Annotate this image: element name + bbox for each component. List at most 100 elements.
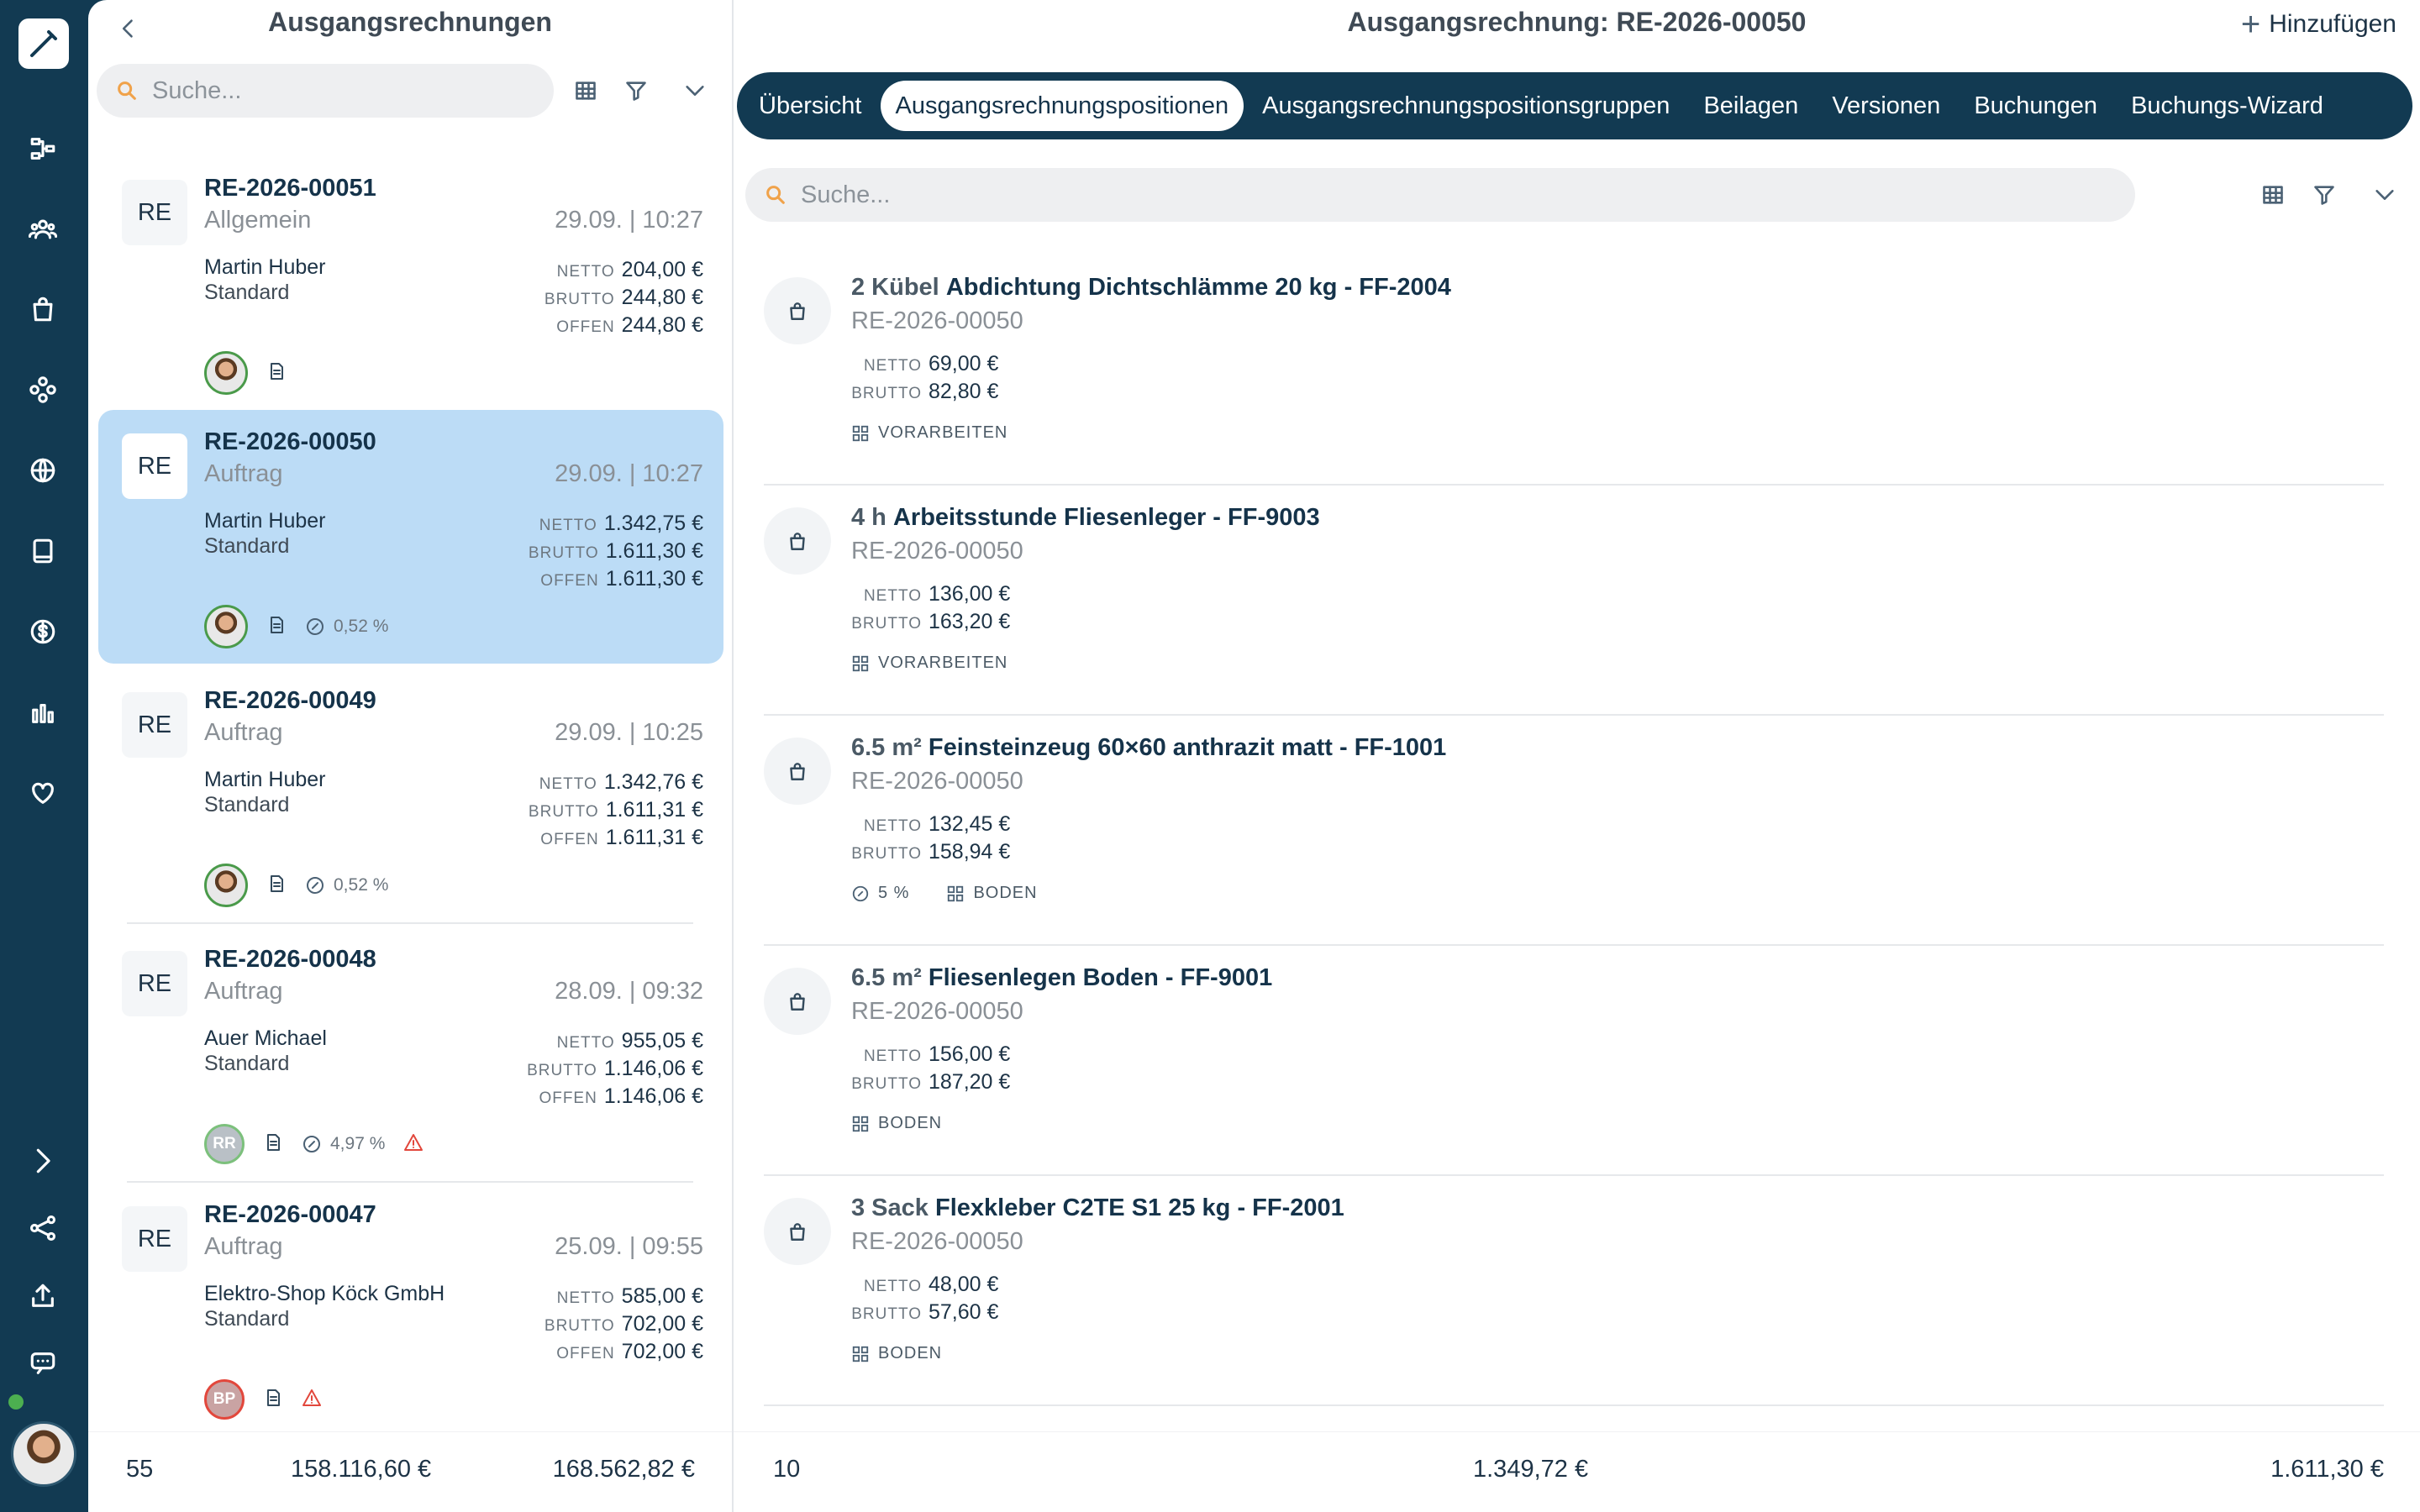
netto-value: 132,45 € <box>929 812 1011 836</box>
filter-button[interactable] <box>618 72 655 109</box>
discount-badge-icon <box>307 618 324 635</box>
workflow-icon[interactable] <box>24 129 62 168</box>
invoice-card[interactable]: RE RE-2026-00047 Auftrag 25.09. | 09:55 … <box>98 1183 723 1436</box>
invoice-category: Auftrag <box>204 1233 283 1260</box>
position-item[interactable]: 6.5 m² Feinsteinzeug 60×60 anthrazit mat… <box>764 716 2384 946</box>
modules-icon[interactable] <box>24 370 62 409</box>
assignee-avatar[interactable]: RR <box>204 1124 245 1164</box>
list-search[interactable] <box>97 64 554 118</box>
tab-bookings[interactable]: Buchungen <box>1959 81 2112 131</box>
position-reference: RE-2026-00050 <box>851 768 1023 795</box>
book-icon[interactable] <box>24 532 62 570</box>
position-amounts: NETTO 156,00 € BRUTTO 187,20 € <box>851 1042 1010 1097</box>
brutto-value: 702,00 € <box>621 1312 703 1336</box>
invoice-number: RE-2026-00051 <box>204 175 376 202</box>
heart-icon[interactable] <box>24 774 62 812</box>
position-title: 3 Sack Flexkleber C2TE S1 25 kg - FF-200… <box>851 1194 1344 1222</box>
position-group-tag: VORARBEITEN <box>851 423 1007 443</box>
table-view-button[interactable] <box>567 72 604 109</box>
document-icon[interactable] <box>266 615 287 639</box>
position-name: Feinsteinzeug 60×60 anthrazit matt - FF-… <box>928 734 1447 761</box>
options-dropdown-button[interactable] <box>2366 176 2403 213</box>
options-dropdown-button[interactable] <box>676 72 713 109</box>
invoice-card-selected[interactable]: RE RE-2026-00050 Auftrag 29.09. | 10:27 … <box>98 410 723 664</box>
app-sidebar <box>0 0 88 1512</box>
netto-value: 204,00 € <box>621 258 703 281</box>
positions-netto-total: 1.349,72 € <box>1473 1456 1589 1483</box>
list-netto-total: 158.116,60 € <box>291 1456 432 1483</box>
list-summary-footer: 55 158.116,60 € 168.562,82 € <box>88 1431 732 1512</box>
brutto-value: 1.611,30 € <box>605 539 703 563</box>
positions-brutto-total: 1.611,30 € <box>2270 1456 2384 1483</box>
table-view-button[interactable] <box>2254 176 2291 213</box>
position-item[interactable]: 3 Sack Flexkleber C2TE S1 25 kg - FF-200… <box>764 1176 2384 1406</box>
document-icon[interactable] <box>266 874 287 898</box>
assignee-avatar[interactable] <box>204 351 248 395</box>
position-item[interactable]: 6.5 m² Fliesenlegen Boden - FF-9001 RE-2… <box>764 946 2384 1176</box>
positions-search[interactable] <box>745 168 2135 222</box>
positions-search-input[interactable] <box>801 181 1913 209</box>
netto-value: 156,00 € <box>929 1042 1011 1066</box>
upload-icon[interactable] <box>24 1277 62 1315</box>
position-amounts: NETTO 136,00 € BRUTTO 163,20 € <box>851 581 1010 637</box>
tab-attachments[interactable]: Beilagen <box>1688 81 1813 131</box>
brutto-label: BRUTTO <box>528 803 599 821</box>
brutto-label: BRUTTO <box>851 1305 922 1323</box>
tab-overview[interactable]: Übersicht <box>744 81 877 131</box>
position-name: Fliesenlegen Boden - FF-9001 <box>928 964 1273 991</box>
warning-icon[interactable] <box>302 1388 322 1412</box>
assignee-avatar[interactable] <box>204 605 248 648</box>
invoice-customer: Auer Michael <box>204 1026 327 1050</box>
tab-booking-wizard[interactable]: Buchungs-Wizard <box>2116 81 2338 131</box>
list-search-input[interactable] <box>152 76 518 105</box>
document-icon[interactable] <box>263 1132 283 1157</box>
dollar-icon[interactable] <box>24 612 62 651</box>
chevron-down-icon <box>2375 190 2394 200</box>
user-avatar[interactable] <box>11 1421 76 1487</box>
contacts-icon[interactable] <box>24 210 62 249</box>
invoice-card[interactable]: RE RE-2026-00049 Auftrag 29.09. | 10:25 … <box>98 669 723 924</box>
invoice-card[interactable]: RE RE-2026-00051 Allgemein 29.09. | 10:2… <box>98 156 723 412</box>
add-button[interactable]: + Hinzufügen <box>2241 8 2396 41</box>
chat-icon[interactable] <box>24 1344 62 1383</box>
shopping-bag-icon[interactable] <box>24 290 62 328</box>
offen-value: 702,00 € <box>621 1340 703 1363</box>
expand-chevron-icon[interactable] <box>24 1142 62 1180</box>
position-item[interactable]: 4 h Arbeitsstunde Fliesenleger - FF-9003… <box>764 486 2384 716</box>
document-icon[interactable] <box>263 1388 283 1412</box>
invoice-detail-panel: Ausgangsrechnung: RE-2026-00050 + Hinzufü… <box>734 0 2420 1512</box>
invoice-amounts: NETTO 1.342,76 € BRUTTO 1.611,31 € OFFEN 1.… <box>529 769 703 853</box>
position-quantity: 2 Kübel <box>851 274 939 301</box>
product-bag-icon <box>764 1198 831 1265</box>
search-icon <box>764 183 787 207</box>
brutto-value: 57,60 € <box>929 1300 999 1324</box>
position-group-tag: BODEN <box>946 884 1037 903</box>
app-logo[interactable] <box>18 18 69 69</box>
invoice-amounts: NETTO 585,00 € BRUTTO 702,00 € OFFEN 702,00… <box>544 1284 703 1367</box>
bar-chart-icon[interactable] <box>24 693 62 732</box>
globe-icon[interactable] <box>24 451 62 490</box>
netto-label: NETTO <box>863 817 922 835</box>
brutto-value: 244,80 € <box>621 286 703 309</box>
tab-position-groups[interactable]: Ausgangsrechnungspositionsgruppen <box>1247 81 1685 131</box>
group-icon <box>852 1116 869 1131</box>
filter-button[interactable] <box>2306 176 2343 213</box>
position-item[interactable]: 2 Kübel Abdichtung Dichtschlämme 20 kg -… <box>764 255 2384 486</box>
tab-versions[interactable]: Versionen <box>1817 81 1955 131</box>
discount-badge-icon <box>303 1136 320 1152</box>
filter-icon <box>626 81 646 101</box>
assignee-avatar[interactable]: BP <box>204 1379 245 1420</box>
invoice-card[interactable]: RE RE-2026-00048 Auftrag 28.09. | 09:32 … <box>98 927 723 1183</box>
brutto-value: 187,20 € <box>929 1070 1011 1094</box>
invoice-category: Auftrag <box>204 460 283 487</box>
invoice-number: RE-2026-00047 <box>204 1201 376 1228</box>
assignee-avatar[interactable] <box>204 864 248 907</box>
card-divider <box>127 922 693 924</box>
share-icon[interactable] <box>24 1209 62 1247</box>
tab-invoice-positions[interactable]: Ausgangsrechnungspositionen <box>880 81 1244 131</box>
netto-label: NETTO <box>556 263 615 281</box>
warning-icon[interactable] <box>403 1132 424 1157</box>
document-icon[interactable] <box>266 361 287 386</box>
grid-icon <box>2263 186 2283 204</box>
position-reference: RE-2026-00050 <box>851 307 1023 334</box>
